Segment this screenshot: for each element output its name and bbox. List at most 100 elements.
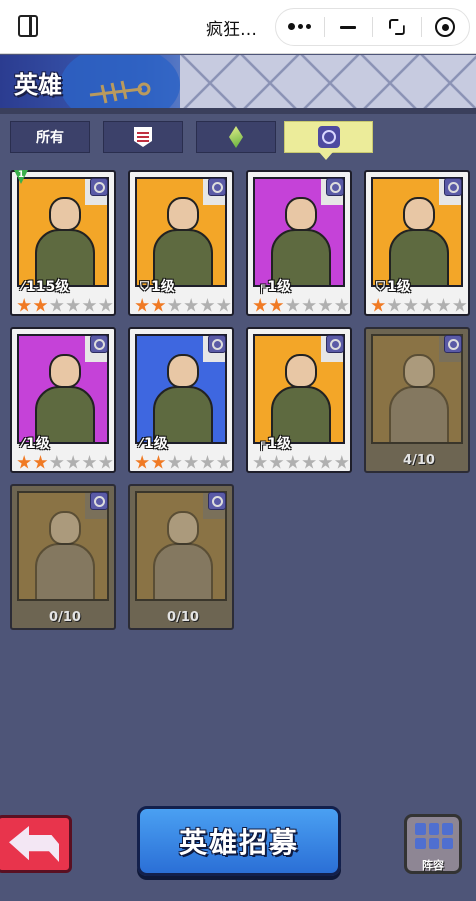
app-title: 疯狂… xyxy=(206,20,257,40)
hero-level-text: 1级 xyxy=(144,436,168,452)
hero-banner: 英雄 xyxy=(0,55,476,111)
star-rating xyxy=(135,455,231,471)
star-icon xyxy=(167,455,182,469)
tab-special[interactable] xyxy=(284,121,373,160)
page-title: 英雄 xyxy=(14,71,62,99)
pistol-icon: ╒ xyxy=(258,436,266,450)
tab-all[interactable]: 所有 xyxy=(10,121,90,153)
rifle-icon: ⁄ xyxy=(22,436,25,450)
banner-divider xyxy=(0,108,476,114)
star-icon xyxy=(98,455,113,469)
lineup-label: 阵容 xyxy=(422,859,444,872)
hero-card[interactable]: ⁄ 1级 xyxy=(128,327,234,473)
star-icon xyxy=(216,455,231,469)
hero-level-text: 115级 xyxy=(26,279,70,295)
pistol-icon: ╒ xyxy=(258,279,266,293)
star-icon xyxy=(17,298,32,312)
hero-figure-head xyxy=(403,354,435,388)
restore-button[interactable] xyxy=(373,9,421,45)
star-icon xyxy=(184,455,199,469)
hero-figure-head xyxy=(285,354,317,388)
restore-icon xyxy=(388,19,405,35)
star-icon xyxy=(66,298,81,312)
back-button[interactable] xyxy=(0,815,72,873)
mini-program-topbar: 疯狂… xyxy=(0,0,476,54)
star-icon xyxy=(200,455,215,469)
star-icon xyxy=(167,298,182,312)
hero-level: ⁄ 1级 xyxy=(140,433,168,453)
star-rating xyxy=(371,298,467,314)
hero-level: ⁄ 1级 xyxy=(22,433,50,453)
capsule-menu xyxy=(275,8,470,46)
hero-figure-body xyxy=(153,543,213,599)
hero-level-text: 1级 xyxy=(26,436,50,452)
star-icon xyxy=(17,455,32,469)
hero-class-icon xyxy=(208,492,226,510)
hero-figure-body xyxy=(35,543,95,599)
grid-icon xyxy=(415,823,453,849)
lineup-button[interactable]: 阵容 xyxy=(404,814,462,874)
close-button[interactable] xyxy=(422,9,470,45)
star-icon xyxy=(253,298,268,312)
tab-tank[interactable] xyxy=(103,121,183,153)
shield-icon xyxy=(134,127,152,147)
star-rating xyxy=(253,455,349,471)
rifle-icon: ⁄ xyxy=(140,436,143,450)
tab-support[interactable] xyxy=(196,121,276,153)
star-icon xyxy=(403,298,418,312)
fishbone-icon xyxy=(89,80,151,104)
hero-class-icon xyxy=(444,335,462,353)
hero-figure-head xyxy=(167,197,199,231)
star-icon xyxy=(387,298,402,312)
hero-card[interactable]: ⛉ 1级 xyxy=(364,170,470,316)
star-icon xyxy=(216,298,231,312)
star-icon xyxy=(200,298,215,312)
hero-level: ╒ 1级 xyxy=(258,433,291,453)
star-rating xyxy=(253,298,349,314)
rifle-icon: ⁄ xyxy=(22,279,25,293)
shard-progress: 0/10 xyxy=(49,610,81,625)
star-icon xyxy=(49,298,64,312)
hero-card[interactable]: ⛉ 1级 xyxy=(128,170,234,316)
hero-class-icon xyxy=(90,492,108,510)
star-icon xyxy=(33,455,48,469)
hero-card[interactable]: ╒ 1级 xyxy=(246,170,352,316)
eye-icon xyxy=(317,126,340,148)
hero-recruit-label: 英雄招募 xyxy=(178,826,299,859)
star-icon xyxy=(269,298,284,312)
hero-recruit-button[interactable]: 英雄招募 xyxy=(137,806,341,876)
hero-card-locked[interactable]: 0/10 xyxy=(128,484,234,630)
star-icon xyxy=(151,298,166,312)
more-button[interactable] xyxy=(276,9,324,45)
hero-card-locked[interactable]: 0/10 xyxy=(10,484,116,630)
shard-progress: 4/10 xyxy=(403,453,435,468)
hero-card[interactable]: ⁄ 1级 xyxy=(10,327,116,473)
hero-level-text: 1级 xyxy=(151,279,175,295)
hero-level: ⁄ 115级 xyxy=(22,276,69,296)
star-icon xyxy=(318,298,333,312)
star-icon xyxy=(269,455,284,469)
hero-level-text: 1级 xyxy=(267,279,291,295)
minimize-button[interactable] xyxy=(325,9,373,45)
window-icon[interactable] xyxy=(18,15,38,37)
hero-card[interactable]: ╒ 1级 xyxy=(246,327,352,473)
hero-class-icon xyxy=(444,178,462,196)
hero-card[interactable]: 1 ⁄ 115级 xyxy=(10,170,116,316)
hero-card-locked[interactable]: 4/10 xyxy=(364,327,470,473)
star-icon xyxy=(253,455,268,469)
shield-icon: ⛉ xyxy=(140,278,150,293)
hero-class-icon xyxy=(326,335,344,353)
hero-figure-head xyxy=(49,354,81,388)
hero-level-text: 1级 xyxy=(387,279,411,295)
star-icon xyxy=(285,455,300,469)
hero-level: ⛉ 1级 xyxy=(376,276,411,296)
hero-figure-head xyxy=(167,511,199,545)
star-icon xyxy=(420,298,435,312)
star-icon xyxy=(334,455,349,469)
star-icon xyxy=(82,298,97,312)
star-icon xyxy=(318,455,333,469)
hero-figure-body xyxy=(389,386,449,442)
hero-level: ╒ 1级 xyxy=(258,276,291,296)
stone-wall-pattern xyxy=(180,55,476,111)
star-rating xyxy=(135,298,231,314)
